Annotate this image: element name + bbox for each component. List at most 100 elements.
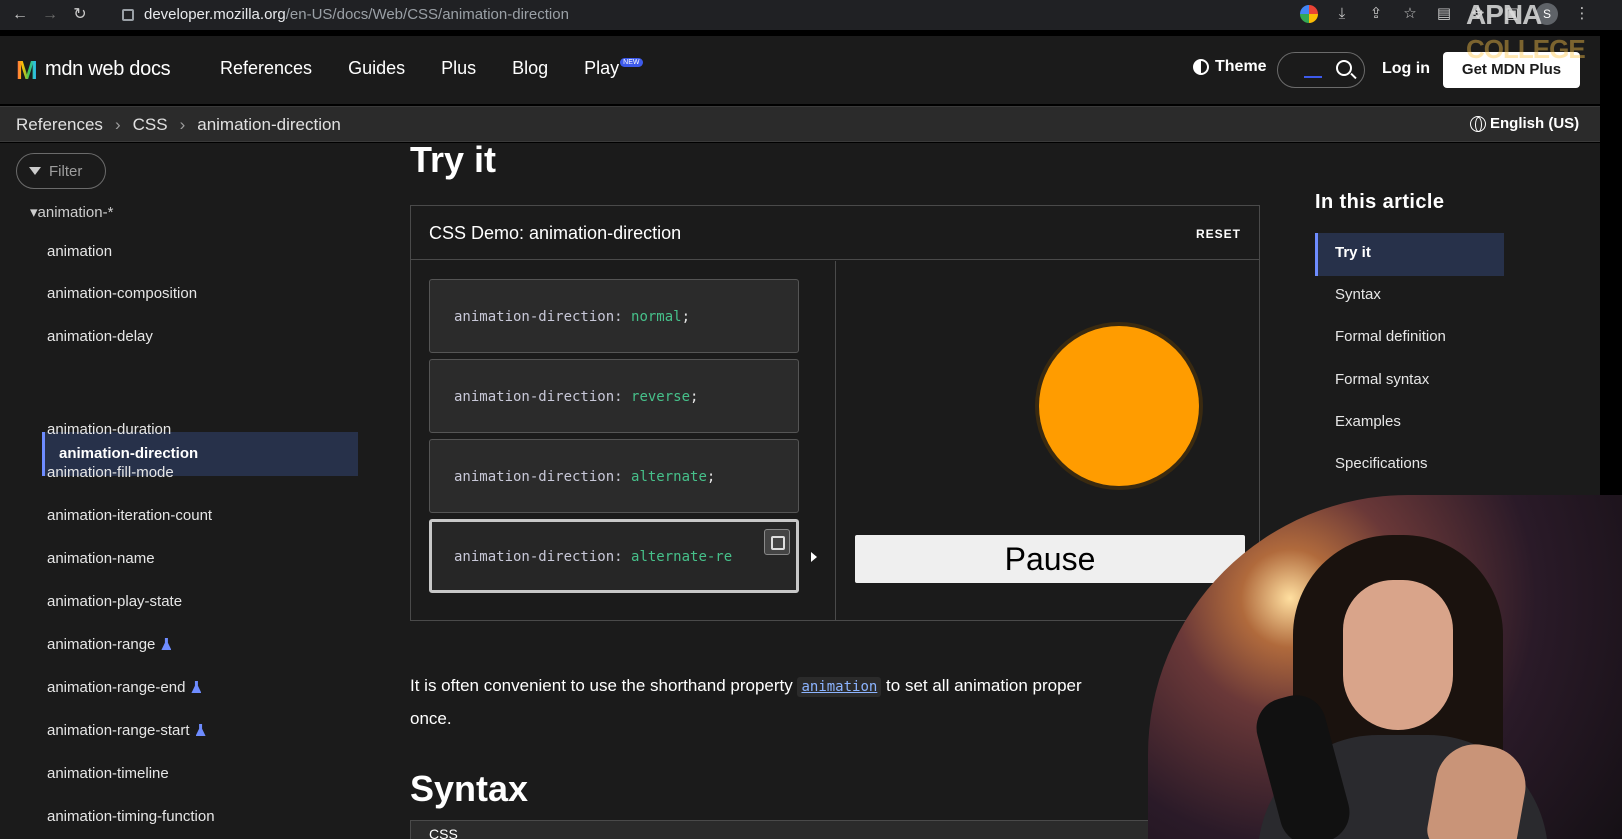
nav-play-label: Play (584, 58, 620, 78)
animated-ball (1039, 326, 1199, 486)
demo-options: animation-direction: normal; animation-d… (411, 261, 836, 621)
pause-button[interactable]: Pause (855, 535, 1245, 583)
syntax-heading: Syntax (410, 768, 529, 809)
toc-item-syntax[interactable]: Syntax (1335, 286, 1381, 303)
logo-text: mdn web docs (45, 58, 171, 80)
sidebar-item[interactable]: animation-iteration-count (47, 507, 212, 524)
demo-header: CSS Demo: animation-direction RESET (411, 206, 1259, 260)
sidebar-item[interactable]: animation-timeline (47, 765, 169, 782)
watermark-bottom: COLLEGE (1466, 34, 1586, 64)
demo-option-normal[interactable]: animation-direction: normal; (429, 279, 799, 353)
option-suffix: ; (690, 389, 699, 405)
breadcrumb-separator: › (179, 115, 186, 134)
theme-button[interactable]: Theme (1193, 58, 1267, 76)
browser-toolbar: ← → ↻ developer.mozilla.org/en-US/docs/W… (0, 0, 1622, 30)
url-path: /en-US/docs/Web/CSS/animation-direction (285, 6, 569, 23)
animation-link[interactable]: animation (797, 677, 882, 697)
sidebar-item[interactable]: animation-fill-mode (47, 464, 174, 481)
caret-right-icon (811, 552, 817, 562)
demo-title: CSS Demo: animation-direction (429, 223, 682, 243)
sidebar-item-label: animation-range-start (47, 722, 190, 739)
sidebar-item[interactable]: animation (47, 243, 112, 260)
back-icon[interactable]: ← (10, 5, 30, 25)
sidebar-item[interactable]: animation-play-state (47, 593, 182, 610)
theme-icon (1193, 59, 1209, 75)
breadcrumb-references[interactable]: References (16, 115, 103, 135)
sidebar-item[interactable]: animation-duration (47, 421, 171, 438)
nav-plus[interactable]: Plus (441, 58, 476, 79)
reload-icon[interactable]: ↻ (70, 5, 90, 25)
search-input[interactable] (1277, 52, 1365, 88)
option-value: alternate (631, 469, 707, 485)
reset-button[interactable]: RESET (1196, 227, 1241, 241)
filter-placeholder: Filter (49, 162, 83, 180)
experimental-flask-icon (161, 638, 172, 650)
option-suffix: ; (706, 469, 716, 485)
main-menu: References Guides Plus Blog Play NEW (220, 58, 679, 79)
demo-option-alternate-reverse[interactable]: animation-direction: alternate-re (429, 519, 799, 593)
demo-output: Pause (837, 261, 1259, 621)
filter-icon (29, 167, 41, 175)
login-link[interactable]: Log in (1382, 60, 1430, 78)
demo-option-reverse[interactable]: animation-direction: reverse; (429, 359, 799, 433)
option-property: animation-direction: (454, 549, 623, 565)
presenter-face (1343, 580, 1453, 730)
sidebar-item[interactable]: animation-range-end (47, 679, 202, 696)
forward-icon[interactable]: → (40, 5, 60, 25)
paragraph-text: to set all animation proper (881, 676, 1082, 695)
try-it-heading: Try it (410, 139, 497, 180)
demo-option-alternate[interactable]: animation-direction: alternate; (429, 439, 799, 513)
option-value: alternate-re (631, 549, 733, 565)
option-property: animation-direction: (454, 309, 623, 325)
intro-paragraph: It is often convenient to use the shorth… (410, 670, 1200, 734)
breadcrumb-css[interactable]: CSS (133, 115, 168, 135)
option-suffix: ; (681, 309, 691, 325)
google-icon[interactable] (1300, 5, 1318, 23)
new-badge: NEW (620, 58, 643, 67)
address-bar[interactable]: developer.mozilla.org/en-US/docs/Web/CSS… (116, 2, 1236, 27)
code-block-header: CSS (410, 820, 1260, 839)
sidebar-item[interactable]: animation-delay (47, 328, 153, 345)
mdn-logo-mark-icon: M (16, 57, 42, 83)
toc-heading: In this article (1315, 191, 1445, 213)
theme-label: Theme (1215, 58, 1267, 75)
toc-item-specifications[interactable]: Specifications (1335, 455, 1428, 472)
experimental-flask-icon (191, 681, 202, 693)
copy-icon[interactable] (764, 529, 790, 555)
sidebar-item[interactable]: animation-timing-function (47, 808, 215, 825)
nav-references[interactable]: References (220, 58, 312, 79)
breadcrumb-current[interactable]: animation-direction (197, 115, 341, 135)
toc-item-examples[interactable]: Examples (1335, 413, 1401, 430)
option-property: animation-direction: (454, 389, 623, 405)
option-property: animation-direction: (454, 469, 623, 485)
sidebar-group-animation[interactable]: ▾animation-* (30, 203, 113, 221)
star-icon[interactable]: ☆ (1400, 4, 1420, 24)
nav-play[interactable]: Play NEW (584, 58, 643, 79)
sidebar-item-label: animation-direction (59, 445, 199, 462)
search-icon[interactable] (1336, 60, 1352, 76)
experimental-flask-icon (195, 724, 206, 736)
sidebar-item-label: animation-range-end (47, 679, 186, 696)
toc-item-formal-syntax[interactable]: Formal syntax (1335, 371, 1429, 388)
lock-icon (122, 8, 134, 21)
extension-icon[interactable]: ▤ (1434, 4, 1454, 24)
language-switcher[interactable]: English (US) (1470, 115, 1579, 132)
toc-item-try-it[interactable]: Try it (1335, 244, 1371, 261)
install-icon[interactable]: ⤓ (1332, 4, 1352, 24)
nav-blog[interactable]: Blog (512, 58, 548, 79)
nav-guides[interactable]: Guides (348, 58, 405, 79)
channel-watermark: APNA COLLEGE (1466, 1, 1586, 64)
option-value: normal (631, 309, 682, 325)
sidebar-item[interactable]: animation-name (47, 550, 155, 567)
sidebar-item-label: animation-range (47, 636, 156, 653)
sidebar-filter-input[interactable]: Filter (16, 153, 106, 189)
sidebar-item[interactable]: animation-composition (47, 285, 197, 302)
mdn-logo[interactable]: M mdn web docs (16, 57, 171, 83)
interactive-demo: CSS Demo: animation-direction RESET anim… (410, 205, 1260, 621)
sidebar-item[interactable]: animation-range-start (47, 722, 206, 739)
site-header: M mdn web docs References Guides Plus Bl… (0, 36, 1600, 104)
sidebar-item[interactable]: animation-range (47, 636, 172, 653)
breadcrumb: References › CSS › animation-direction (16, 115, 341, 135)
share-icon[interactable]: ⇪ (1366, 4, 1386, 24)
toc-item-formal-definition[interactable]: Formal definition (1335, 328, 1446, 345)
